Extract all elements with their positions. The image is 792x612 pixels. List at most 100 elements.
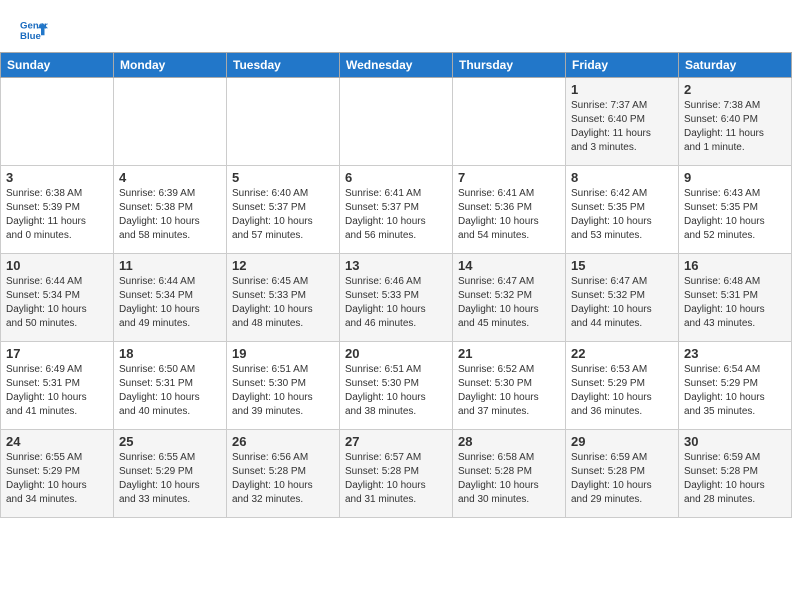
day-info: Sunrise: 6:43 AM Sunset: 5:35 PM Dayligh… — [684, 187, 786, 243]
calendar-day-cell: 15Sunrise: 6:47 AM Sunset: 5:32 PM Dayli… — [566, 254, 679, 342]
calendar-day-cell — [453, 78, 566, 166]
day-info: Sunrise: 6:50 AM Sunset: 5:31 PM Dayligh… — [119, 363, 221, 419]
day-number: 11 — [119, 258, 221, 273]
day-number: 27 — [345, 434, 447, 449]
day-number: 9 — [684, 170, 786, 185]
day-number: 4 — [119, 170, 221, 185]
weekday-header: Tuesday — [227, 53, 340, 78]
calendar-week-row: 17Sunrise: 6:49 AM Sunset: 5:31 PM Dayli… — [1, 342, 792, 430]
svg-text:Blue: Blue — [20, 31, 41, 42]
calendar-week-row: 1 Sunrise: 7:37 AM Sunset: 6:40 PM Daylig… — [1, 78, 792, 166]
day-number: 29 — [571, 434, 673, 449]
calendar-day-cell: 23 Sunrise: 6:54 AM Sunset: 5:29 PM Dayli… — [679, 342, 792, 430]
day-info: Sunrise: 6:44 AM Sunset: 5:34 PM Dayligh… — [6, 275, 108, 331]
day-info: Sunrise: 6:49 AM Sunset: 5:31 PM Dayligh… — [6, 363, 108, 419]
day-number: 16 — [684, 258, 786, 273]
day-number: 13 — [345, 258, 447, 273]
day-info: Sunrise: 6:40 AM Sunset: 5:37 PM Dayligh… — [232, 187, 334, 243]
day-info: Sunrise: 6:47 AM Sunset: 5:32 PM Dayligh… — [458, 275, 560, 331]
day-number: 19 — [232, 346, 334, 361]
day-number: 6 — [345, 170, 447, 185]
calendar-day-cell: 30 Sunrise: 6:59 AM Sunset: 5:28 PM Dayli… — [679, 430, 792, 518]
day-info: Sunrise: 6:57 AM Sunset: 5:28 PM Dayligh… — [345, 451, 447, 507]
weekday-header: Saturday — [679, 53, 792, 78]
calendar-day-cell: 27 Sunrise: 6:57 AM Sunset: 5:28 PM Dayli… — [340, 430, 453, 518]
calendar-day-cell: 5 Sunrise: 6:40 AM Sunset: 5:37 PM Daylig… — [227, 166, 340, 254]
page-header: General Blue — [0, 0, 792, 52]
day-number: 28 — [458, 434, 560, 449]
calendar-day-cell: 12 Sunrise: 6:45 AM Sunset: 5:33 PM Dayli… — [227, 254, 340, 342]
day-number: 2 — [684, 82, 786, 97]
calendar-day-cell: 6 Sunrise: 6:41 AM Sunset: 5:37 PM Daylig… — [340, 166, 453, 254]
calendar-day-cell: 18 Sunrise: 6:50 AM Sunset: 5:31 PM Dayli… — [114, 342, 227, 430]
weekday-header: Friday — [566, 53, 679, 78]
day-number: 18 — [119, 346, 221, 361]
day-info: Sunrise: 6:55 AM Sunset: 5:29 PM Dayligh… — [119, 451, 221, 507]
calendar-day-cell: 21 Sunrise: 6:52 AM Sunset: 5:30 PM Dayli… — [453, 342, 566, 430]
calendar-day-cell: 29Sunrise: 6:59 AM Sunset: 5:28 PM Dayli… — [566, 430, 679, 518]
logo-icon: General Blue — [20, 16, 48, 44]
day-number: 8 — [571, 170, 673, 185]
calendar-day-cell: 1 Sunrise: 7:37 AM Sunset: 6:40 PM Daylig… — [566, 78, 679, 166]
day-info: Sunrise: 6:46 AM Sunset: 5:33 PM Dayligh… — [345, 275, 447, 331]
day-info: Sunrise: 6:45 AM Sunset: 5:33 PM Dayligh… — [232, 275, 334, 331]
day-info: Sunrise: 6:41 AM Sunset: 5:36 PM Dayligh… — [458, 187, 560, 243]
day-info: Sunrise: 7:37 AM Sunset: 6:40 PM Dayligh… — [571, 99, 673, 155]
day-number: 23 — [684, 346, 786, 361]
calendar-week-row: 24 Sunrise: 6:55 AM Sunset: 5:29 PM Dayli… — [1, 430, 792, 518]
day-number: 7 — [458, 170, 560, 185]
calendar-day-cell: 22Sunrise: 6:53 AM Sunset: 5:29 PM Dayli… — [566, 342, 679, 430]
day-number: 24 — [6, 434, 108, 449]
calendar-day-cell: 4 Sunrise: 6:39 AM Sunset: 5:38 PM Daylig… — [114, 166, 227, 254]
day-info: Sunrise: 6:42 AM Sunset: 5:35 PM Dayligh… — [571, 187, 673, 243]
calendar-day-cell: 19 Sunrise: 6:51 AM Sunset: 5:30 PM Dayli… — [227, 342, 340, 430]
weekday-header: Wednesday — [340, 53, 453, 78]
day-info: Sunrise: 6:44 AM Sunset: 5:34 PM Dayligh… — [119, 275, 221, 331]
day-number: 21 — [458, 346, 560, 361]
logo: General Blue — [20, 16, 52, 44]
day-number: 25 — [119, 434, 221, 449]
day-number: 5 — [232, 170, 334, 185]
calendar-table: SundayMondayTuesdayWednesdayThursdayFrid… — [0, 52, 792, 518]
calendar-day-cell: 20 Sunrise: 6:51 AM Sunset: 5:30 PM Dayli… — [340, 342, 453, 430]
calendar-week-row: 3Sunrise: 6:38 AM Sunset: 5:39 PM Daylig… — [1, 166, 792, 254]
day-number: 1 — [571, 82, 673, 97]
weekday-header: Monday — [114, 53, 227, 78]
calendar-day-cell: 3Sunrise: 6:38 AM Sunset: 5:39 PM Daylig… — [1, 166, 114, 254]
day-number: 22 — [571, 346, 673, 361]
day-info: Sunrise: 6:52 AM Sunset: 5:30 PM Dayligh… — [458, 363, 560, 419]
weekday-header-row: SundayMondayTuesdayWednesdayThursdayFrid… — [1, 53, 792, 78]
day-number: 26 — [232, 434, 334, 449]
day-info: Sunrise: 6:39 AM Sunset: 5:38 PM Dayligh… — [119, 187, 221, 243]
calendar-day-cell: 2 Sunrise: 7:38 AM Sunset: 6:40 PM Daylig… — [679, 78, 792, 166]
day-number: 20 — [345, 346, 447, 361]
calendar-day-cell: 25 Sunrise: 6:55 AM Sunset: 5:29 PM Dayli… — [114, 430, 227, 518]
day-info: Sunrise: 6:41 AM Sunset: 5:37 PM Dayligh… — [345, 187, 447, 243]
calendar-day-cell: 16Sunrise: 6:48 AM Sunset: 5:31 PM Dayli… — [679, 254, 792, 342]
day-number: 3 — [6, 170, 108, 185]
day-info: Sunrise: 6:54 AM Sunset: 5:29 PM Dayligh… — [684, 363, 786, 419]
day-info: Sunrise: 7:38 AM Sunset: 6:40 PM Dayligh… — [684, 99, 786, 155]
day-number: 12 — [232, 258, 334, 273]
calendar-day-cell: 10Sunrise: 6:44 AM Sunset: 5:34 PM Dayli… — [1, 254, 114, 342]
calendar-day-cell — [340, 78, 453, 166]
calendar-day-cell: 14Sunrise: 6:47 AM Sunset: 5:32 PM Dayli… — [453, 254, 566, 342]
day-info: Sunrise: 6:51 AM Sunset: 5:30 PM Dayligh… — [232, 363, 334, 419]
day-info: Sunrise: 6:51 AM Sunset: 5:30 PM Dayligh… — [345, 363, 447, 419]
calendar-day-cell: 9 Sunrise: 6:43 AM Sunset: 5:35 PM Daylig… — [679, 166, 792, 254]
day-info: Sunrise: 6:56 AM Sunset: 5:28 PM Dayligh… — [232, 451, 334, 507]
calendar-day-cell: 7 Sunrise: 6:41 AM Sunset: 5:36 PM Daylig… — [453, 166, 566, 254]
weekday-header: Thursday — [453, 53, 566, 78]
day-info: Sunrise: 6:47 AM Sunset: 5:32 PM Dayligh… — [571, 275, 673, 331]
day-info: Sunrise: 6:58 AM Sunset: 5:28 PM Dayligh… — [458, 451, 560, 507]
calendar-day-cell — [1, 78, 114, 166]
calendar-day-cell: 26 Sunrise: 6:56 AM Sunset: 5:28 PM Dayli… — [227, 430, 340, 518]
calendar-day-cell: 13 Sunrise: 6:46 AM Sunset: 5:33 PM Dayli… — [340, 254, 453, 342]
calendar-week-row: 10Sunrise: 6:44 AM Sunset: 5:34 PM Dayli… — [1, 254, 792, 342]
calendar-day-cell — [227, 78, 340, 166]
day-number: 30 — [684, 434, 786, 449]
day-info: Sunrise: 6:59 AM Sunset: 5:28 PM Dayligh… — [684, 451, 786, 507]
calendar-day-cell: 11 Sunrise: 6:44 AM Sunset: 5:34 PM Dayli… — [114, 254, 227, 342]
day-info: Sunrise: 6:55 AM Sunset: 5:29 PM Dayligh… — [6, 451, 108, 507]
calendar-day-cell: 28 Sunrise: 6:58 AM Sunset: 5:28 PM Dayli… — [453, 430, 566, 518]
